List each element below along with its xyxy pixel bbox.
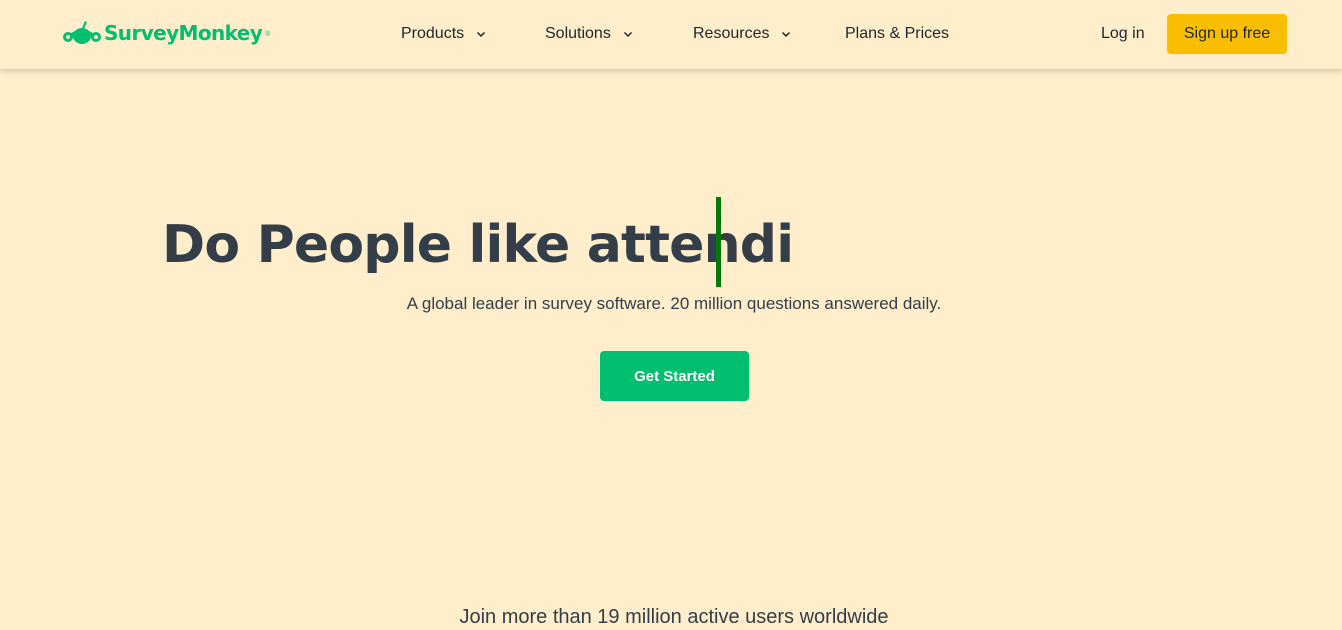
signup-button[interactable]: Sign up free bbox=[1167, 14, 1287, 54]
social-proof-text: Join more than 19 million active users w… bbox=[459, 606, 889, 628]
chevron-down-icon bbox=[477, 31, 486, 37]
hero-headline: Do People like attendi bbox=[162, 215, 794, 275]
login-link[interactable]: Log in bbox=[1101, 23, 1145, 45]
chevron-down-icon bbox=[623, 31, 632, 37]
nav-resources-label: Resources bbox=[693, 25, 770, 42]
monkey-logo-icon bbox=[63, 21, 101, 44]
nav-plans-prices[interactable]: Plans & Prices bbox=[845, 23, 949, 45]
nav-resources[interactable]: Resources bbox=[693, 23, 791, 45]
nav-products[interactable]: Products bbox=[401, 23, 486, 45]
brand-name: SurveyMonkey bbox=[104, 21, 263, 45]
nav-plans-prices-label: Plans & Prices bbox=[845, 25, 950, 42]
hero-subheadline: A global leader in survey software. 20 m… bbox=[406, 294, 942, 313]
nav-solutions-label: Solutions bbox=[545, 25, 611, 42]
chevron-down-icon bbox=[782, 31, 791, 37]
nav-solutions[interactable]: Solutions bbox=[545, 23, 633, 45]
typing-cursor bbox=[716, 197, 721, 287]
surveymonkey-logo[interactable]: SurveyMonkey ® bbox=[62, 19, 270, 47]
nav-products-label: Products bbox=[401, 25, 465, 42]
site-header: SurveyMonkey ® Products Solutions Resour… bbox=[0, 0, 1342, 69]
get-started-button[interactable]: Get Started bbox=[600, 351, 749, 401]
registered-mark: ® bbox=[265, 30, 271, 38]
